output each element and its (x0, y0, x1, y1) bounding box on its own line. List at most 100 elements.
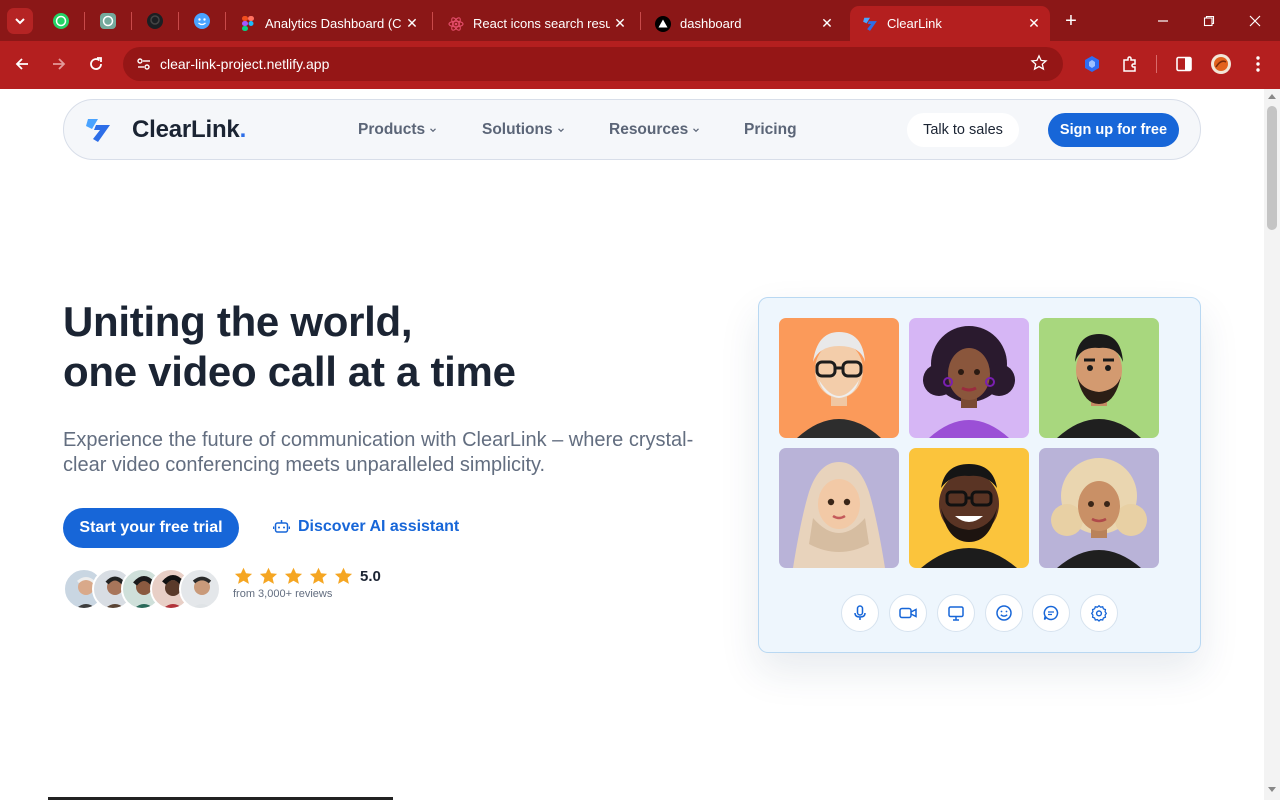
whatsapp-icon (53, 13, 69, 29)
mute-button[interactable] (841, 594, 879, 632)
star-icon (334, 567, 353, 584)
logo-dot: . (239, 116, 247, 143)
new-tab-button[interactable]: + (1060, 10, 1082, 32)
tab-clearlink[interactable]: ClearLink ✕ (850, 6, 1050, 41)
tab-separator (131, 12, 132, 30)
tab-separator (432, 12, 433, 30)
participant-avatar (793, 462, 885, 568)
participant-tile-4 (779, 448, 899, 568)
extension-button[interactable] (1078, 50, 1106, 78)
star-icon (309, 567, 328, 584)
chevron-down-icon (430, 128, 437, 133)
participant-tile-3 (1039, 318, 1159, 438)
nav-label: Solutions (482, 121, 553, 138)
scrollbar-thumb[interactable] (1267, 106, 1277, 230)
emoji-icon (194, 13, 210, 29)
react-icon (448, 16, 464, 32)
browser-menu-button[interactable] (1244, 50, 1272, 78)
close-tab-icon[interactable]: ✕ (817, 14, 837, 34)
profile-button[interactable] (1207, 50, 1235, 78)
scroll-up-arrow[interactable] (1268, 94, 1276, 99)
side-panel-button[interactable] (1170, 50, 1198, 78)
pinned-tab-chatgpt[interactable] (94, 7, 122, 35)
forward-button[interactable] (45, 50, 73, 78)
nav-solutions[interactable]: Solutions (482, 121, 564, 139)
start-free-trial-button[interactable]: Start your free trial (63, 508, 239, 548)
participant-avatar (923, 326, 1015, 438)
talk-to-sales-button[interactable]: Talk to sales (907, 113, 1019, 147)
arrow-right-icon (53, 58, 66, 70)
settings-icon (1090, 604, 1108, 622)
hero-title: Uniting the world, one video call at a t… (63, 297, 516, 397)
vercel-icon (655, 15, 671, 32)
reactions-button[interactable] (985, 594, 1023, 632)
review-count: from 3,000+ reviews (233, 588, 333, 600)
tab-react-icons[interactable]: React icons search results ✕ (436, 6, 636, 41)
participant-tile-1 (779, 318, 899, 438)
window-close-button[interactable] (1240, 8, 1270, 34)
star-rating: 5.0 (233, 566, 381, 587)
nav-pricing[interactable]: Pricing (744, 121, 797, 139)
camera-button[interactable] (889, 594, 927, 632)
pinned-tab-emoji[interactable] (188, 7, 216, 35)
minimize-button[interactable] (1148, 8, 1178, 34)
chevron-down-icon (693, 128, 700, 133)
reload-button[interactable] (82, 50, 110, 78)
star-icon (234, 567, 253, 584)
tab-search-button[interactable] (7, 8, 33, 34)
close-tab-icon[interactable]: ✕ (402, 14, 422, 34)
pinned-tab-whatsapp[interactable] (47, 7, 75, 35)
close-icon (1249, 15, 1261, 27)
nav-resources[interactable]: Resources (609, 121, 700, 139)
github-icon (147, 13, 163, 29)
pinned-tab-github[interactable] (141, 7, 169, 35)
participant-tile-2 (909, 318, 1029, 438)
scroll-down-arrow[interactable] (1268, 787, 1276, 792)
url-text[interactable]: clear-link-project.netlify.app (160, 56, 329, 72)
puzzle-icon (1123, 56, 1136, 72)
tab-title: dashboard (680, 16, 742, 31)
back-button[interactable] (8, 50, 36, 78)
discover-ai-link[interactable]: Discover AI assistant (273, 518, 459, 536)
logo-text: ClearLink (132, 116, 240, 143)
bookmark-star-icon[interactable] (1030, 54, 1050, 74)
ai-link-label: Discover AI assistant (298, 518, 460, 535)
minimize-icon (1158, 20, 1168, 22)
tab-separator (640, 12, 641, 30)
tab-separator (178, 12, 179, 30)
chevron-down-icon (15, 18, 25, 25)
video-camera-icon (899, 607, 917, 619)
screen-share-button[interactable] (937, 594, 975, 632)
extension-badge-icon (1085, 56, 1099, 72)
clearlink-logo-icon[interactable] (84, 116, 112, 144)
emoji-icon (996, 605, 1012, 621)
chat-button[interactable] (1032, 594, 1070, 632)
star-icon (284, 567, 303, 584)
close-tab-icon[interactable]: ✕ (610, 14, 630, 34)
rating-value: 5.0 (360, 568, 381, 585)
chat-icon (1043, 605, 1059, 621)
nav-label: Pricing (744, 121, 797, 138)
extensions-menu-button[interactable] (1116, 50, 1144, 78)
tab-title: React icons search results (473, 16, 610, 31)
tab-analytics-dashboard[interactable]: Analytics Dashboard (Copy) ✕ (228, 6, 428, 41)
site-settings-icon[interactable] (135, 55, 153, 73)
page-viewport: ClearLink. Products Solutions Resources … (0, 89, 1264, 800)
participant-tile-6 (1039, 448, 1159, 568)
toolbar-divider (1156, 55, 1157, 73)
sign-up-button[interactable]: Sign up for free (1048, 113, 1179, 147)
clearlink-icon (862, 16, 878, 32)
screen-share-icon (948, 606, 964, 621)
tab-title: ClearLink (887, 16, 942, 31)
tab-separator (84, 12, 85, 30)
nav-products[interactable]: Products (358, 121, 437, 139)
nav-label: Resources (609, 121, 689, 138)
restore-button[interactable] (1194, 8, 1224, 34)
nav-label: Products (358, 121, 426, 138)
close-tab-icon[interactable]: ✕ (1024, 14, 1044, 34)
tab-dashboard[interactable]: dashboard ✕ (643, 6, 843, 41)
chatgpt-icon (100, 13, 116, 29)
settings-button[interactable] (1080, 594, 1118, 632)
tab-separator (225, 12, 226, 30)
logo-wordmark[interactable]: ClearLink. (132, 116, 246, 144)
